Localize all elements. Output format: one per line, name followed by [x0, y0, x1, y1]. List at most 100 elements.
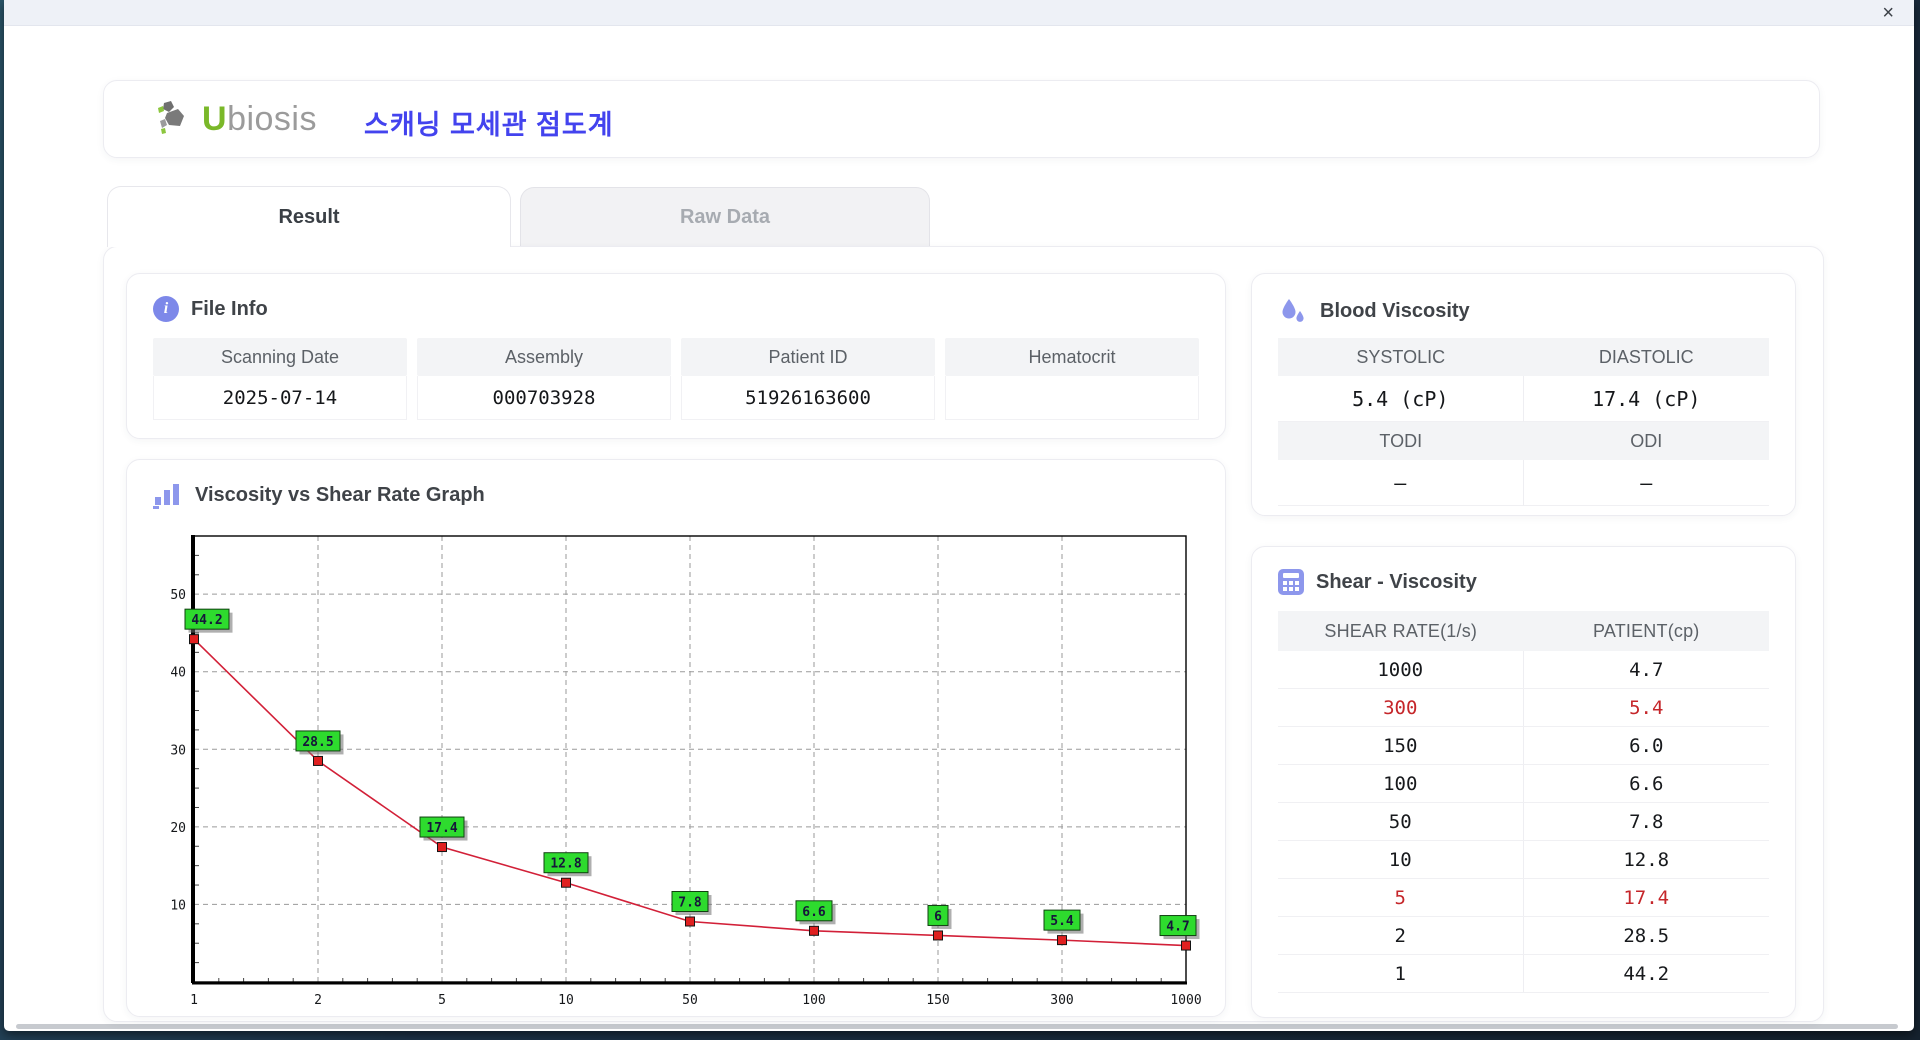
svg-text:7.8: 7.8: [678, 895, 702, 910]
field-label: Hematocrit: [945, 338, 1199, 376]
graph-title: Viscosity vs Shear Rate Graph: [195, 484, 485, 506]
shear-rate-cell: 2: [1278, 917, 1524, 954]
patient-viscosity-cell: 6.0: [1629, 734, 1664, 757]
table-row: 2 28.5: [1278, 917, 1769, 955]
todi-value: –: [1278, 460, 1524, 506]
blood-viscosity-card: Blood Viscosity SYSTOLIC DIASTOLIC 5.4 (…: [1251, 273, 1796, 516]
ubiosis-logo-icon: [158, 101, 184, 134]
table-row: 1000 4.7: [1278, 651, 1769, 689]
brand-text: Ubiosis: [202, 100, 317, 139]
shear-viscosity-header: Shear - Viscosity: [1278, 569, 1477, 595]
field-value: 000703928: [417, 376, 671, 420]
svg-text:6: 6: [934, 909, 942, 924]
svg-text:50: 50: [170, 588, 186, 603]
svg-text:40: 40: [170, 666, 186, 681]
field-label: Scanning Date: [153, 338, 407, 376]
svg-text:28.5: 28.5: [302, 735, 333, 750]
file-info-title: File Info: [191, 297, 268, 320]
shear-table-header-row: SHEAR RATE(1/s) PATIENT(cp): [1278, 611, 1769, 651]
table-row: 100 6.6: [1278, 765, 1769, 803]
tab-raw-data[interactable]: Raw Data: [520, 187, 930, 247]
shear-rate-cell: 100: [1278, 765, 1524, 802]
table-row: 1 44.2: [1278, 955, 1769, 993]
shear-rate-cell: 300: [1278, 689, 1524, 726]
odi-value: –: [1523, 460, 1769, 506]
shear-rate-cell: 5: [1278, 879, 1524, 916]
shear-table-body: 1000 4.7 300 5.4 150 6.0 100 6.6 50 7.8 10 12.8 5 17.…: [1278, 651, 1769, 993]
shear-rate-column-header: SHEAR RATE(1/s): [1278, 611, 1524, 651]
info-icon: i: [153, 296, 179, 322]
droplets-icon: [1282, 299, 1304, 322]
brand-letter-u: U: [202, 99, 228, 138]
svg-text:2: 2: [314, 993, 322, 1008]
svg-text:1: 1: [190, 993, 198, 1008]
shear-rate-cell: 50: [1278, 803, 1524, 840]
shear-viscosity-title: Shear - Viscosity: [1316, 570, 1477, 593]
file-info-field: Hematocrit: [945, 338, 1199, 420]
svg-text:5: 5: [438, 993, 446, 1008]
svg-text:20: 20: [170, 821, 186, 836]
blood-viscosity-header: Blood Viscosity: [1278, 296, 1470, 326]
diastolic-value: 17.4 (cP): [1523, 376, 1769, 422]
systolic-value: 5.4 (cP): [1278, 376, 1524, 422]
app-window: × Ubiosis 스캐닝 모세관 점도계 Raw Data Result i …: [4, 0, 1914, 1031]
close-icon[interactable]: ×: [1878, 1, 1898, 25]
diastolic-header: DIASTOLIC: [1523, 338, 1769, 376]
window-bottom-edge: [16, 1024, 1898, 1029]
todi-header: TODI: [1278, 422, 1524, 460]
brand-logo: Ubiosis: [154, 99, 317, 139]
svg-text:6.6: 6.6: [802, 905, 826, 920]
brand-rest: biosis: [227, 99, 317, 138]
blood-viscosity-title: Blood Viscosity: [1320, 299, 1470, 322]
patient-viscosity-cell: 6.6: [1629, 772, 1664, 795]
file-info-grid: Scanning Date 2025-07-14 Assembly 000703928…: [153, 338, 1199, 420]
shear-rate-cell: 1000: [1278, 651, 1524, 688]
svg-text:1000: 1000: [1170, 993, 1201, 1008]
svg-text:12.8: 12.8: [550, 857, 581, 872]
calculator-icon: [1278, 569, 1304, 595]
header-card: Ubiosis 스캐닝 모세관 점도계: [103, 80, 1820, 158]
shear-rate-cell: 150: [1278, 727, 1524, 764]
odi-header: ODI: [1523, 422, 1769, 460]
patient-viscosity-cell: 7.8: [1629, 810, 1664, 833]
patient-viscosity-cell: 4.7: [1629, 658, 1664, 681]
patient-viscosity-cell: 12.8: [1623, 848, 1670, 871]
field-label: Assembly: [417, 338, 671, 376]
shear-viscosity-card: Shear - Viscosity SHEAR RATE(1/s) PATIEN…: [1251, 546, 1796, 1018]
field-value: [945, 376, 1199, 420]
file-info-field: Patient ID 51926163600: [681, 338, 935, 420]
patient-viscosity-cell: 5.4: [1629, 696, 1664, 719]
svg-text:150: 150: [926, 993, 949, 1008]
patient-column-header: PATIENT(cp): [1523, 611, 1769, 651]
svg-text:50: 50: [682, 993, 698, 1008]
svg-text:5.4: 5.4: [1050, 914, 1074, 929]
shear-rate-cell: 1: [1278, 955, 1524, 992]
svg-text:100: 100: [802, 993, 825, 1008]
systolic-header: SYSTOLIC: [1278, 338, 1524, 376]
patient-viscosity-cell: 44.2: [1623, 962, 1670, 985]
window-titlebar: ×: [4, 0, 1914, 26]
svg-text:10: 10: [558, 993, 574, 1008]
table-row: 10 12.8: [1278, 841, 1769, 879]
file-info-field: Assembly 000703928: [417, 338, 671, 420]
table-row: 300 5.4: [1278, 689, 1769, 727]
blood-viscosity-table: SYSTOLIC DIASTOLIC 5.4 (cP) 17.4 (cP) TO…: [1278, 338, 1769, 506]
graph-header: Viscosity vs Shear Rate Graph: [153, 482, 485, 509]
result-panel: i File Info Scanning Date 2025-07-14 Assem…: [103, 246, 1824, 1022]
svg-text:300: 300: [1050, 993, 1073, 1008]
field-label: Patient ID: [681, 338, 935, 376]
svg-text:30: 30: [170, 743, 186, 758]
table-row: 50 7.8: [1278, 803, 1769, 841]
svg-text:4.7: 4.7: [1166, 920, 1189, 935]
graph-card: Viscosity vs Shear Rate Graph 10 20 30 40 50…: [126, 459, 1226, 1017]
patient-viscosity-cell: 17.4: [1623, 886, 1670, 909]
table-row: 5 17.4: [1278, 879, 1769, 917]
app-title: 스캐닝 모세관 점도계: [364, 110, 614, 140]
svg-text:17.4: 17.4: [426, 821, 457, 836]
file-info-card: i File Info Scanning Date 2025-07-14 Assem…: [126, 273, 1226, 439]
shear-viscosity-table: SHEAR RATE(1/s) PATIENT(cp) 1000 4.7 300 5.…: [1278, 611, 1769, 993]
tab-result[interactable]: Result: [107, 186, 511, 247]
patient-viscosity-cell: 28.5: [1623, 924, 1670, 947]
field-value: 2025-07-14: [153, 376, 407, 420]
file-info-header: i File Info: [153, 296, 268, 322]
